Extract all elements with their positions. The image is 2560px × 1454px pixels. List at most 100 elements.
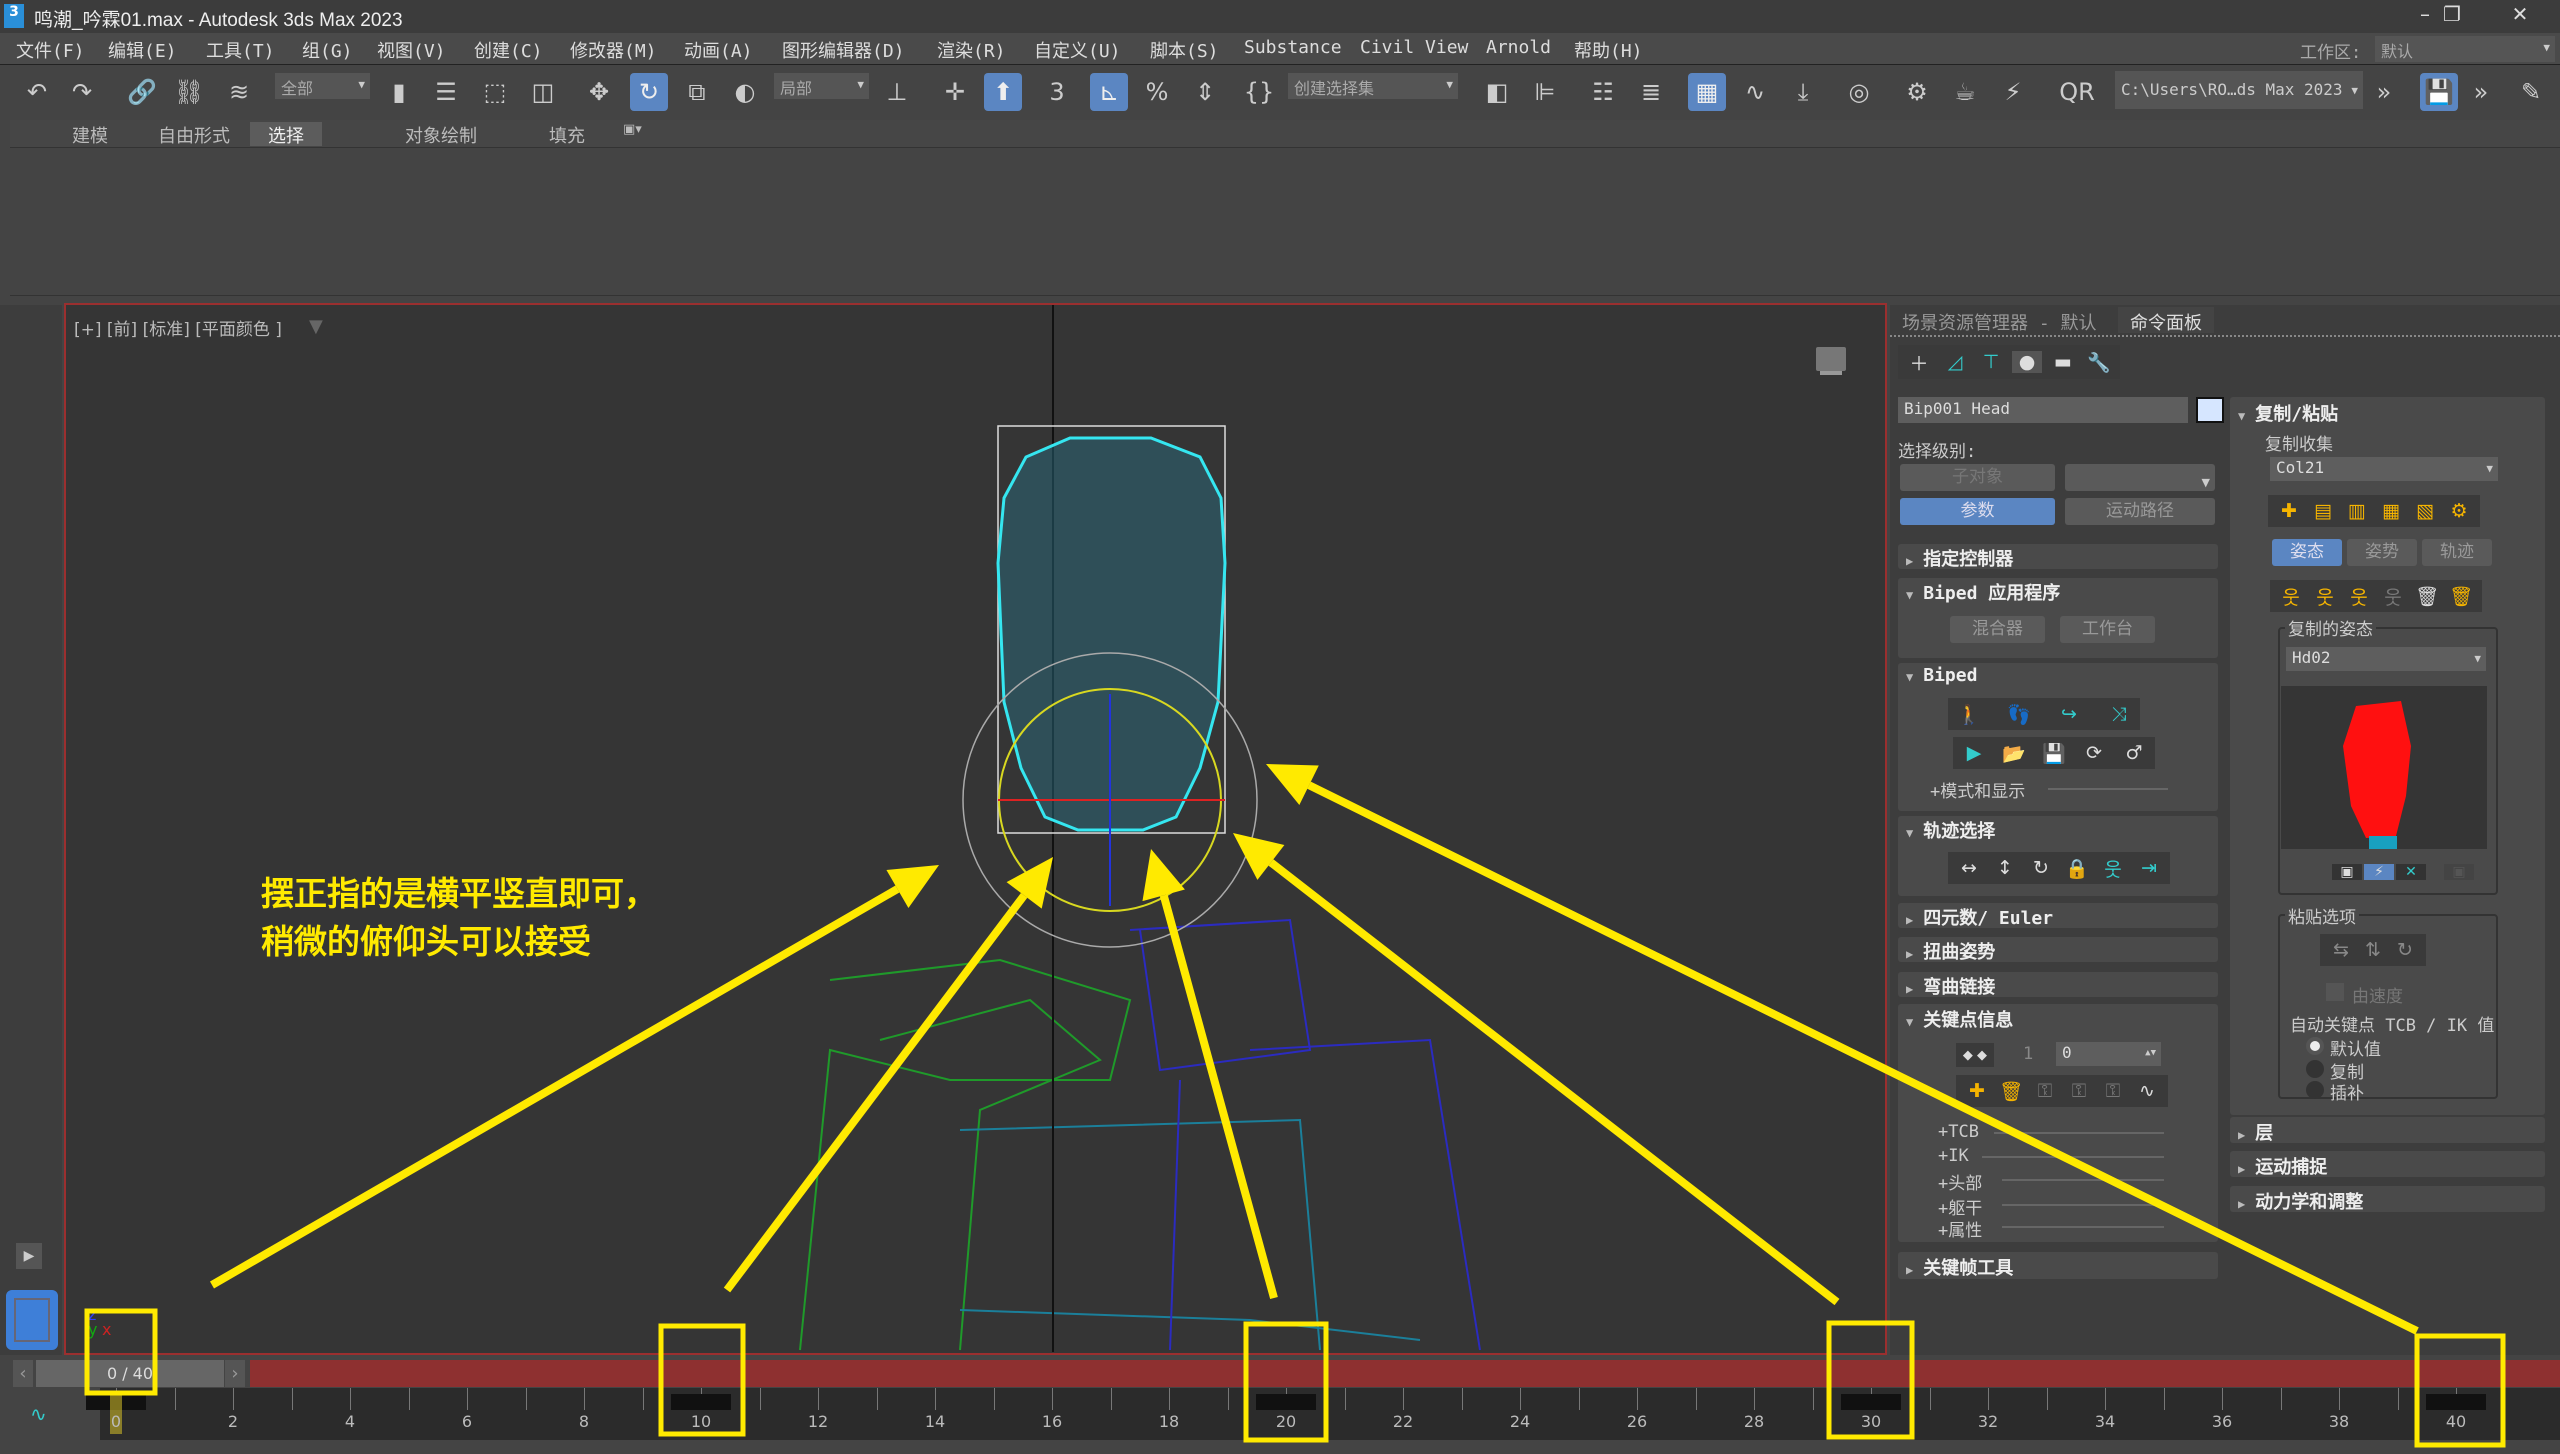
named-selection-dropdown[interactable]: 创建选择集 ▼ [1288, 73, 1458, 99]
manipulate-icon[interactable]: ✛ [936, 73, 974, 111]
redo-icon[interactable]: ↷ [63, 73, 101, 111]
align-icon[interactable]: ⊫ [1526, 73, 1564, 111]
mixer-mode-icon[interactable]: ⤨ [2104, 703, 2134, 725]
menu-item[interactable]: 帮助(H) [1574, 37, 1643, 63]
symmetrical-icon[interactable]: 웃 [2098, 855, 2128, 882]
selection-filter-dropdown[interactable]: 全部 ▼ [275, 73, 370, 99]
figure-mode-icon[interactable]: 🚶 [1954, 703, 1984, 726]
load-file-icon[interactable]: 📂 [1999, 742, 2029, 765]
menu-item[interactable]: 编辑(E) [108, 37, 177, 63]
set-key-icon[interactable]: ✚ [1962, 1080, 1992, 1102]
tab-command-panel[interactable]: 命令面板 [2118, 307, 2214, 334]
radio-copy[interactable] [2306, 1060, 2324, 1078]
menu-item[interactable]: Substance [1244, 37, 1342, 58]
delete-key-icon[interactable]: 🗑 [1996, 1080, 2026, 1103]
render-setup-icon[interactable]: ⚙ [1898, 73, 1936, 111]
sub-object-dropdown[interactable]: ▼ [2065, 464, 2215, 491]
select-by-name-icon[interactable]: ☰ [427, 73, 465, 111]
object-color-swatch[interactable] [2196, 397, 2224, 423]
radio-interpolate[interactable] [2306, 1081, 2324, 1099]
params-button[interactable]: 参数 [1900, 498, 2055, 525]
quicksilver-icon[interactable]: QR [2058, 73, 2096, 111]
delete-posture-icon[interactable]: 🗑 [2412, 585, 2442, 608]
pivot-icon[interactable]: ⊥ [878, 73, 916, 111]
collapse-icon[interactable]: ▼ [1906, 670, 1913, 684]
dock-handle[interactable] [1890, 335, 2560, 338]
save-icon[interactable]: 💾 [2420, 73, 2458, 111]
utilities-icon[interactable]: 🔧 [2084, 351, 2114, 374]
rotate-icon[interactable]: ↻ [630, 73, 668, 111]
collapse-icon[interactable]: ▼ [2238, 409, 2245, 423]
close-button[interactable]: ✕ [2500, 2, 2540, 30]
angle-snap-button[interactable]: 3 [1038, 73, 1076, 111]
toolbar-overflow-button[interactable]: » [2365, 73, 2403, 111]
menu-item[interactable]: 动画(A) [684, 37, 753, 63]
body-horizontal-icon[interactable]: ↔ [1954, 857, 1984, 879]
scale-icon[interactable]: ⧉ [678, 73, 716, 111]
render-icon[interactable]: ⚡ [1994, 73, 2032, 111]
delete-all-postures-icon[interactable]: 🗑 [2446, 585, 2476, 608]
filter-icon[interactable]: ▼ [309, 316, 323, 337]
set-planted-key-icon[interactable]: ⚿ [2030, 1080, 2060, 1102]
opposite-icon[interactable]: ⇥ [2134, 857, 2164, 879]
lock-icon[interactable]: 🔒 [2062, 857, 2092, 880]
menu-item[interactable]: 文件(F) [16, 37, 85, 63]
curve-editor-icon[interactable]: ∿ [30, 1402, 47, 1426]
props-toggle[interactable]: +属性 [1938, 1216, 1982, 1241]
create-collection-icon[interactable]: ✚ [2274, 500, 2304, 522]
paste-vertical-icon[interactable]: ⇅ [2358, 939, 2388, 961]
keyframe-marker[interactable] [1841, 1394, 1901, 1410]
set-sliding-key-icon[interactable]: ⚿ [2064, 1080, 2094, 1102]
rollout-assign-controller[interactable]: ▶ 指定控制器 [1898, 544, 2218, 570]
key-time-spinner[interactable]: 0 ▲▼ [2056, 1042, 2161, 1066]
next-frame-button[interactable]: › [225, 1360, 245, 1387]
convert-icon[interactable]: ⟳ [2079, 742, 2109, 764]
scene-explorer-icon[interactable]: ☷ [1584, 73, 1622, 111]
menu-item[interactable]: 自定义(U) [1034, 37, 1121, 63]
menu-item[interactable]: 组(G) [302, 37, 353, 63]
paste-to-track-icon[interactable]: 웃 [2378, 583, 2408, 610]
paste-horizontal-icon[interactable]: ⇆ [2326, 939, 2356, 961]
prev-next-key-icon[interactable]: ◆ ◆ [1960, 1048, 1990, 1063]
tcb-toggle[interactable]: +TCB [1938, 1122, 1979, 1142]
keyframe-marker[interactable] [1256, 1394, 1316, 1410]
project-path-dropdown[interactable]: C:\Users\RO…ds Max 2023 ▼ [2115, 71, 2363, 109]
save-collection-icon[interactable]: ▥ [2342, 500, 2372, 522]
radio-default[interactable] [2306, 1037, 2324, 1055]
menu-item[interactable]: 渲染(R) [937, 37, 1006, 63]
collapse-icon[interactable]: ▼ [1906, 588, 1913, 602]
mode-display-toggle[interactable]: +模式和显示 [1930, 777, 2025, 802]
tab-posture[interactable]: 姿态 [2272, 539, 2342, 566]
copy-posture-icon[interactable]: 웃 [2276, 583, 2306, 610]
menu-item[interactable]: 工具(T) [206, 37, 275, 63]
ribbon-tab[interactable]: 建模 [54, 122, 126, 147]
viewport-label[interactable]: [+] [前] [标准] [平面颜色 ] [74, 315, 282, 340]
delete-snapshot-icon[interactable]: ✕ [2396, 864, 2426, 880]
paste-opposite-icon[interactable]: 웃 [2344, 583, 2374, 610]
keyframe-marker[interactable] [671, 1394, 731, 1410]
collapse-icon[interactable]: ▼ [1906, 1015, 1913, 1029]
workbench-button[interactable]: 工作台 [2060, 616, 2155, 643]
collection-dropdown[interactable]: Col21 ▼ [2270, 457, 2498, 481]
menu-item[interactable]: 脚本(S) [1150, 37, 1219, 63]
rollout-keyframe-tools[interactable]: ▶ 关键帧工具 [1898, 1252, 2218, 1279]
link-icon[interactable]: 🔗 [123, 73, 161, 111]
rendered-frame-icon[interactable]: ☕ [1946, 73, 1984, 111]
percent-snap-toggle-icon[interactable]: ⊾ [1090, 73, 1128, 111]
frame-display[interactable]: 0 / 40 [36, 1360, 224, 1387]
viewcube-icon[interactable] [1816, 347, 1846, 371]
layer-explorer-icon[interactable]: ≣ [1632, 73, 1670, 111]
percent-snap-icon[interactable]: % [1138, 73, 1176, 111]
object-name-field[interactable]: Bip001 Head [1898, 397, 2188, 423]
biped-playback-icon[interactable]: ▶ [1959, 742, 1989, 764]
restore-button[interactable]: ❐ [2432, 2, 2472, 30]
edit-named-sets-icon[interactable]: {} [1240, 73, 1278, 111]
footstep-mode-icon[interactable]: 👣 [2004, 703, 2034, 726]
menu-item[interactable]: 视图(V) [377, 37, 446, 63]
curve-editor-icon[interactable]: ∿ [1736, 73, 1774, 111]
time-slider[interactable]: ‹ 0 / 40 › [0, 1360, 2560, 1387]
menu-item[interactable]: Arnold [1486, 37, 1551, 58]
load-collection-icon[interactable]: ▤ [2308, 500, 2338, 522]
rollout-quaternion[interactable]: ▶ 四元数/ Euler [1898, 903, 2218, 929]
unlink-icon[interactable]: ⛓ [170, 73, 208, 111]
